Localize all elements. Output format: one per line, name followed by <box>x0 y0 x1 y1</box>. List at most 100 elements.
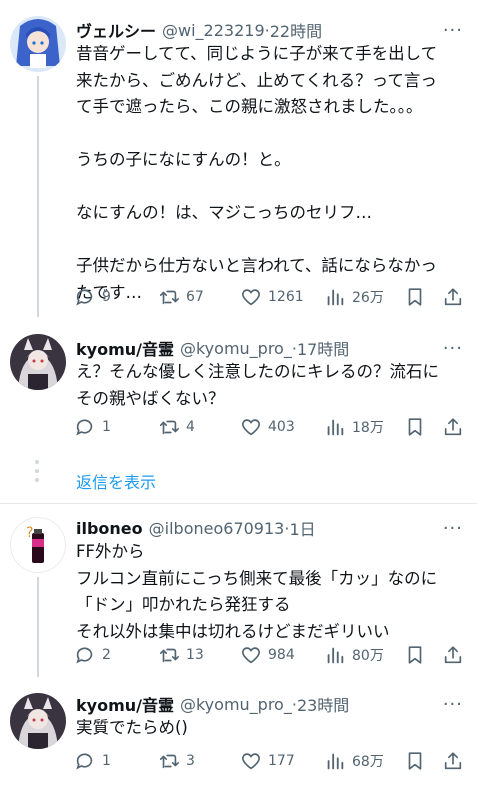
heart-icon <box>242 289 260 306</box>
more-options-icon[interactable]: ··· <box>443 338 463 359</box>
divider <box>0 503 477 504</box>
like-button[interactable]: 177 <box>240 749 295 773</box>
tweet-header: ilboneo @ilboneo670913 · 1日 <box>76 516 467 540</box>
text-line: 来たから、ごめんけど、止めてくれる？って言っ <box>76 70 437 90</box>
bookmark-button[interactable] <box>404 415 426 439</box>
views-button[interactable]: 68万 <box>324 749 384 773</box>
views-icon <box>327 419 344 436</box>
reply-icon <box>76 753 93 770</box>
reply-icon <box>76 289 93 306</box>
more-options-icon[interactable]: ··· <box>443 518 463 539</box>
timestamp[interactable]: 1日 <box>289 516 315 540</box>
view-count: 18万 <box>352 420 384 436</box>
reply-button[interactable]: 2 <box>74 643 111 667</box>
action-bar: 2 13 984 80万 <box>74 643 466 667</box>
view-count: 80万 <box>352 648 384 664</box>
display-name[interactable]: ヴェルシー <box>76 18 156 42</box>
show-replies-link[interactable]: 返信を表示 <box>76 469 156 493</box>
timestamp[interactable]: 23時間 <box>297 692 349 716</box>
display-name[interactable]: kyomu/音霊 <box>76 692 174 716</box>
bookmark-icon <box>408 752 422 770</box>
bookmark-button[interactable] <box>404 643 426 667</box>
like-button[interactable]: 1261 <box>240 285 304 309</box>
user-handle[interactable]: @kyomu_pro_ <box>180 695 292 714</box>
tweet-text: 昔音ゲーしてて、同じように子が来て手を出して 来たから、ごめんけど、止めてくれる… <box>76 41 468 306</box>
like-button[interactable]: 984 <box>240 643 295 667</box>
reply-button[interactable]: 1 <box>74 749 111 773</box>
views-button[interactable]: 26万 <box>324 285 384 309</box>
text-line: 子供だから仕方ないと言われて、話にならなかっ <box>76 256 437 275</box>
share-button[interactable] <box>442 749 464 773</box>
retweet-button[interactable]: 3 <box>158 749 195 773</box>
heart-icon <box>242 419 260 436</box>
retweet-button[interactable]: 4 <box>158 415 195 439</box>
views-icon <box>327 289 344 306</box>
retweet-button[interactable]: 67 <box>158 285 204 309</box>
tweet-header: kyomu/音霊 @kyomu_pro_ · 23時間 <box>76 692 467 716</box>
text-line: え？そんな優しく注意したのにキレるの？流石に <box>76 362 439 381</box>
bookmark-icon <box>408 418 422 436</box>
text-line: なにすんの！は、マジこっちのセリフ… <box>76 203 373 222</box>
like-count: 403 <box>268 419 295 435</box>
avatar[interactable] <box>10 693 66 749</box>
heart-icon <box>242 647 260 664</box>
tweet-header: kyomu/音霊 @kyomu_pro_ · 17時間 <box>76 336 467 360</box>
reply-button[interactable]: 1 <box>74 415 111 439</box>
reply-icon <box>76 419 93 436</box>
retweet-icon <box>159 648 179 663</box>
text-line: それ以外は集中は切れるけどまだギリいい <box>76 621 390 641</box>
reply-button[interactable]: 9 <box>74 285 111 309</box>
reply-count: 2 <box>102 647 111 663</box>
retweet-count: 4 <box>186 419 195 435</box>
user-handle[interactable]: @kyomu_pro_ <box>180 339 292 358</box>
more-options-icon[interactable]: ··· <box>443 20 463 41</box>
timestamp[interactable]: 17時間 <box>297 336 349 360</box>
share-button[interactable] <box>442 415 464 439</box>
like-count: 1261 <box>268 289 304 305</box>
retweet-count: 3 <box>186 753 195 769</box>
tweet-header: ヴェルシー @wi_223219 · 22時間 <box>76 18 467 42</box>
tweet-text: 実質でたらめ() <box>76 715 468 742</box>
user-handle[interactable]: @ilboneo670913 <box>149 519 285 538</box>
like-count: 177 <box>268 753 295 769</box>
share-button[interactable] <box>442 285 464 309</box>
share-icon <box>444 288 462 306</box>
thread-dots <box>35 460 39 487</box>
view-count: 68万 <box>352 754 384 770</box>
share-icon <box>444 752 462 770</box>
retweet-icon <box>159 754 179 769</box>
views-button[interactable]: 80万 <box>324 643 384 667</box>
reply-count: 1 <box>102 753 111 769</box>
text-line <box>76 227 468 254</box>
retweet-button[interactable]: 13 <box>158 643 204 667</box>
retweet-icon <box>159 290 179 305</box>
avatar[interactable] <box>10 334 66 390</box>
timestamp[interactable]: 22時間 <box>270 18 322 42</box>
more-options-icon[interactable]: ··· <box>443 694 463 715</box>
user-handle[interactable]: @wi_223219 <box>162 21 265 40</box>
avatar[interactable]: ? <box>10 517 66 573</box>
action-bar: 1 4 403 18万 <box>74 415 466 439</box>
bookmark-icon <box>408 646 422 664</box>
action-bar: 1 3 177 68万 <box>74 749 466 773</box>
views-icon <box>327 647 344 664</box>
bookmark-icon <box>408 288 422 306</box>
avatar[interactable] <box>10 16 66 72</box>
reply-icon <box>76 647 93 664</box>
views-button[interactable]: 18万 <box>324 415 384 439</box>
display-name[interactable]: ilboneo <box>76 519 143 538</box>
bookmark-button[interactable] <box>404 749 426 773</box>
reply-count: 1 <box>102 419 111 435</box>
like-button[interactable]: 403 <box>240 415 295 439</box>
bookmark-button[interactable] <box>404 285 426 309</box>
thread-line <box>37 577 39 677</box>
text-line: フルコン直前にこっち側来て最後「カッ」なのに <box>76 568 438 588</box>
text-line: うちの子になにすんの！と。 <box>76 150 291 169</box>
display-name[interactable]: kyomu/音霊 <box>76 336 174 360</box>
heart-icon <box>242 753 260 770</box>
text-line: 実質でたらめ() <box>76 718 188 737</box>
text-line: 昔音ゲーしてて、同じように子が来て手を出して <box>76 44 438 63</box>
text-line <box>76 121 468 148</box>
tweet-text: え？そんな優しく注意したのにキレるの？流石に その親やばくない？ <box>76 359 468 412</box>
share-button[interactable] <box>442 643 464 667</box>
